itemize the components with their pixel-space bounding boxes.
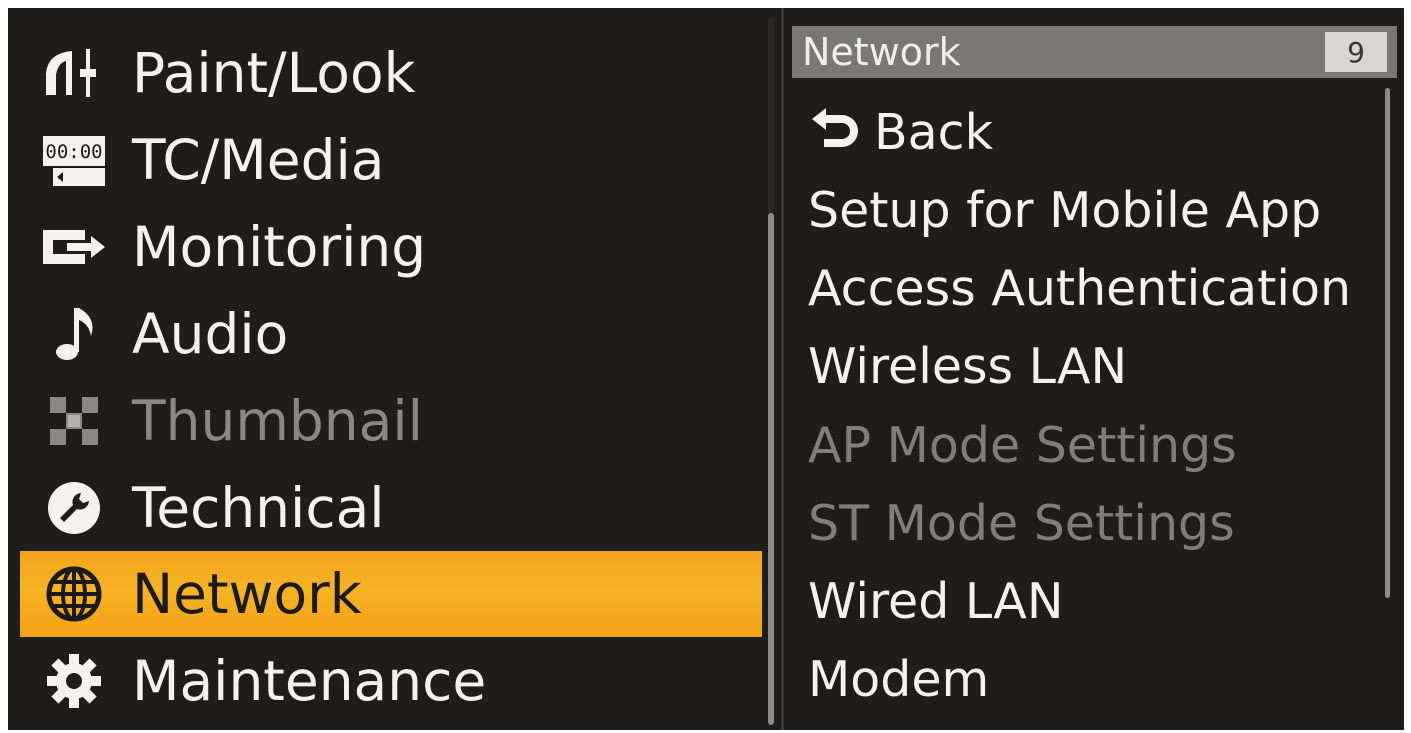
main-menu: Paint/Look 00:00 TC/Media Monitoring Aud… [8,8,778,730]
menu-item-tc-media[interactable]: 00:00 TC/Media [20,117,762,203]
menu-item-technical[interactable]: Technical [20,465,762,551]
gear-icon [34,651,114,711]
back-arrow-icon [808,104,874,161]
submenu-title: Network [802,30,961,74]
camera-menu-screen: Paint/Look 00:00 TC/Media Monitoring Aud… [8,8,1404,730]
menu-item-label: Monitoring [132,214,427,279]
menu-item-label: Thumbnail [132,388,423,453]
page-number-badge: 9 [1325,32,1387,72]
main-menu-scrollbar-thumb[interactable] [768,213,774,725]
panel-divider [781,8,784,730]
menu-item-maintenance[interactable]: Maintenance [20,638,762,724]
submenu-item-label: Wireless LAN [808,337,1128,395]
menu-item-paint-look[interactable]: Paint/Look [20,30,762,116]
menu-item-label: Technical [132,475,385,540]
submenu-item-back[interactable]: Back [808,100,993,164]
submenu-item-wired-lan[interactable]: Wired LAN [808,569,1063,633]
menu-item-monitoring[interactable]: Monitoring [20,204,762,290]
menu-item-label: Audio [132,301,289,366]
music-note-icon [34,304,114,364]
submenu-item-modem[interactable]: Modem [808,647,989,711]
submenu-item-label: AP Mode Settings [808,416,1237,474]
menu-item-label: Network [132,561,362,626]
submenu-item-label: Wired LAN [808,572,1064,630]
paint-look-icon [34,43,114,103]
submenu-header: Network 9 [792,26,1397,78]
wrench-icon [34,478,114,538]
monitoring-icon [34,217,114,277]
menu-item-label: Paint/Look [132,40,416,105]
menu-item-label: Maintenance [132,648,487,713]
menu-item-network[interactable]: Network [20,551,762,637]
submenu-item-label: Setup for Mobile App [808,181,1322,239]
globe-icon [34,564,114,624]
menu-item-thumbnail[interactable]: Thumbnail [20,378,762,464]
submenu-item-st-mode-settings[interactable]: ST Mode Settings [808,491,1235,555]
submenu-item-label: Modem [808,650,990,708]
submenu-item-wireless-lan[interactable]: Wireless LAN [808,334,1127,398]
tc-media-icon: 00:00 [34,130,114,190]
thumbnail-icon [34,391,114,451]
submenu-item-setup-mobile-app[interactable]: Setup for Mobile App [808,178,1321,242]
submenu-item-label: Back [874,103,993,161]
submenu-item-ap-mode-settings[interactable]: AP Mode Settings [808,413,1237,477]
submenu-item-label: ST Mode Settings [808,494,1235,552]
menu-item-label: TC/Media [132,127,385,192]
submenu-scrollbar-thumb[interactable] [1385,88,1390,598]
network-submenu: Network 9 Back Setup for Mobile App Acce… [786,8,1404,730]
tc-icon-text: 00:00 [45,141,102,163]
submenu-item-access-authentication[interactable]: Access Authentication [808,256,1351,320]
submenu-item-label: Access Authentication [808,259,1352,317]
menu-item-audio[interactable]: Audio [20,291,762,377]
